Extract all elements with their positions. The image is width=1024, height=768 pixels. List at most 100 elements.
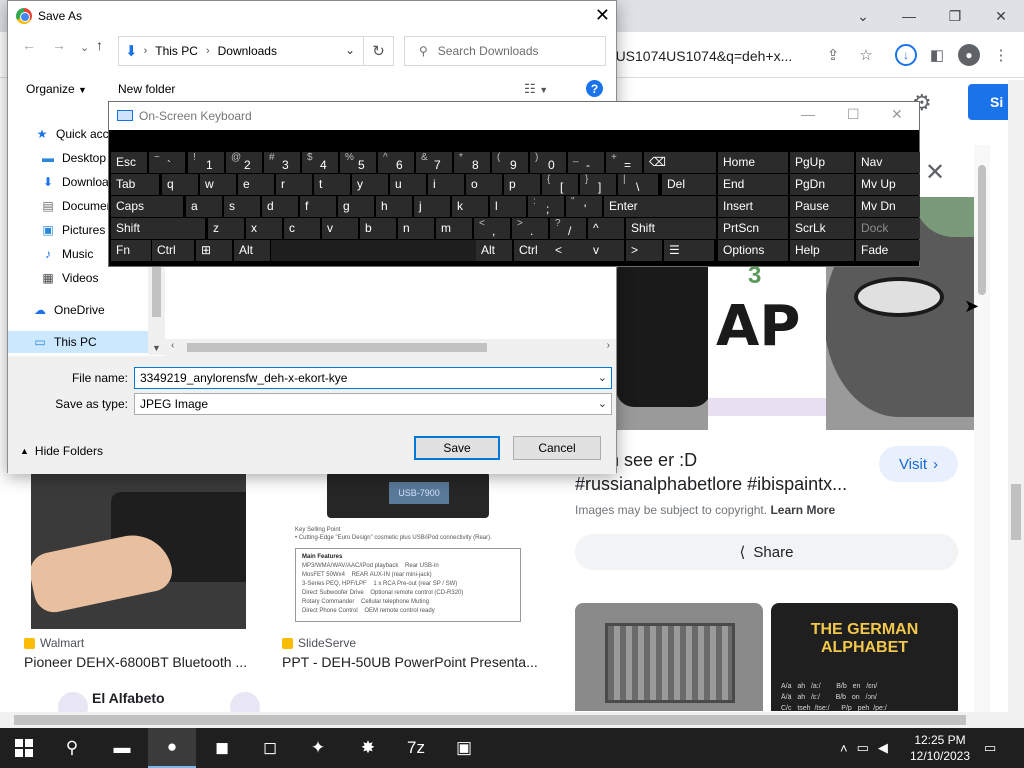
key-y[interactable]: y <box>352 174 388 195</box>
key-g[interactable]: g <box>338 196 374 217</box>
key-a[interactable]: a <box>186 196 222 217</box>
notifications-icon[interactable]: ▭ <box>984 728 996 768</box>
close-icon[interactable]: ✕ <box>891 106 903 123</box>
key-help[interactable]: Help <box>790 240 854 261</box>
scroll-thumb[interactable] <box>978 165 986 295</box>
key-d[interactable]: d <box>262 196 298 217</box>
7zip-icon[interactable]: 7z <box>392 728 440 768</box>
key-ctrl[interactable]: Ctrl <box>152 240 194 261</box>
close-icon[interactable]: ✕ <box>925 158 945 187</box>
file-explorer-icon[interactable]: ▬ <box>98 728 146 768</box>
save-button[interactable]: Save <box>414 436 500 460</box>
result-image[interactable]: USB-7900 Key Selling Point • Cutting-Edg… <box>279 472 539 629</box>
key-symbol[interactable]: ⊞ <box>196 240 232 261</box>
dialog-titlebar[interactable]: Save As ✕ <box>8 1 616 31</box>
key-4[interactable]: $4 <box>302 152 338 173</box>
key-symbol[interactable]: :; <box>528 196 564 217</box>
scroll-down-icon[interactable]: ▼ <box>152 343 161 353</box>
bookmark-star-icon[interactable]: ☆ <box>855 44 877 66</box>
related-image[interactable] <box>575 603 763 711</box>
key-esc[interactable]: Esc <box>111 152 147 173</box>
cancel-button[interactable]: Cancel <box>513 436 601 460</box>
back-arrow-icon[interactable]: ← <box>22 37 36 53</box>
key-symbol[interactable]: ~ ` <box>149 152 185 173</box>
tab-search-icon[interactable]: ⌄ <box>840 0 886 32</box>
key-5[interactable]: % 5 <box>340 152 376 173</box>
key-9[interactable]: (9 <box>492 152 528 173</box>
key-3[interactable]: #3 <box>264 152 300 173</box>
scroll-thumb[interactable] <box>187 343 487 352</box>
clock[interactable]: 12:25 PM 12/10/2023 <box>905 732 975 764</box>
forward-arrow-icon[interactable]: → <box>52 37 66 53</box>
share-button[interactable]: ⟨ Share <box>575 534 958 570</box>
chevron-up-icon[interactable]: ˄ <box>840 741 848 756</box>
key-options[interactable]: Options <box>718 240 788 261</box>
key-symbol[interactable]: + = <box>606 152 642 173</box>
share-page-icon[interactable]: ⇪ <box>822 44 844 66</box>
volume-icon[interactable]: ◀ <box>878 740 888 756</box>
chrome-icon[interactable]: ● <box>148 728 196 768</box>
key-symbol[interactable]: ⌫ <box>644 152 716 173</box>
help-icon[interactable]: ? <box>586 80 603 97</box>
key-b[interactable]: b <box>360 218 396 239</box>
omnibox[interactable]: enUS1074US1074&q=deh+x... <box>600 40 810 72</box>
profile-icon[interactable]: ● <box>958 44 980 66</box>
key-symbol[interactable]: ^ <box>588 218 624 239</box>
key-e[interactable]: e <box>238 174 274 195</box>
app-icon[interactable]: ◻ <box>246 728 294 768</box>
key-z[interactable]: z <box>208 218 244 239</box>
chevron-down-icon[interactable]: ⌄ <box>80 41 89 54</box>
outlook-icon[interactable]: ◼ <box>198 728 246 768</box>
key-symbol[interactable]: _ - <box>568 152 604 173</box>
key-x[interactable]: x <box>246 218 282 239</box>
key-7[interactable]: & 7 <box>416 152 452 173</box>
preview-title[interactable]: v deh see er :D #russianalphabetlore #ib… <box>575 448 865 496</box>
key-shift[interactable]: Shift <box>111 218 205 239</box>
new-folder-button[interactable]: New folder <box>118 82 175 96</box>
close-window-icon[interactable]: ✕ <box>978 0 1024 32</box>
key-s[interactable]: s <box>224 196 260 217</box>
key-6[interactable]: ^ 6 <box>378 152 414 173</box>
key-symbol[interactable]: | \ <box>618 174 658 195</box>
key-0[interactable]: ) 0 <box>530 152 566 173</box>
file-list[interactable] <box>165 267 616 339</box>
key-l[interactable]: l <box>490 196 526 217</box>
key-symbol[interactable]: " ' <box>566 196 602 217</box>
key-p[interactable]: p <box>504 174 540 195</box>
key-symbol[interactable]: <, <box>474 218 510 239</box>
key-space[interactable] <box>271 240 503 261</box>
key-v[interactable]: v <box>322 218 358 239</box>
key-2[interactable]: @2 <box>226 152 262 173</box>
result-source[interactable]: SlideServe <box>282 636 356 650</box>
scroll-thumb[interactable] <box>1011 484 1021 540</box>
key-v[interactable]: v <box>588 240 624 261</box>
key-symbol[interactable]: {[ <box>542 174 578 195</box>
related-image[interactable]: THE GERMAN ALPHABET A/a ah /a:/ B/b en /… <box>771 603 958 712</box>
result-title[interactable]: PPT - DEH-50UB PowerPoint Presenta... <box>282 654 538 670</box>
result-image[interactable] <box>31 472 246 629</box>
key-m[interactable]: m <box>436 218 472 239</box>
key-pgdn[interactable]: PgDn <box>790 174 854 195</box>
search-input[interactable]: ⚲ Search Downloads <box>404 36 606 66</box>
search-icon[interactable]: ⚲ <box>48 728 96 768</box>
key-pause[interactable]: Pause <box>790 196 854 217</box>
key-tab[interactable]: Tab <box>111 174 159 195</box>
hide-folders-toggle[interactable]: ▲ Hide Folders <box>20 444 103 458</box>
key-t[interactable]: t <box>314 174 350 195</box>
key-enter[interactable]: Enter <box>604 196 716 217</box>
view-options-button[interactable]: ☷ ▼ <box>524 81 548 97</box>
key-scrlk[interactable]: ScrLk <box>790 218 854 239</box>
key-mvup[interactable]: Mv Up <box>856 174 920 195</box>
start-button[interactable] <box>0 728 48 768</box>
key-f[interactable]: f <box>300 196 336 217</box>
close-icon[interactable]: ✕ <box>595 5 610 26</box>
key-fn[interactable]: Fn <box>111 240 151 261</box>
breadcrumb-this-pc[interactable]: This PC <box>155 44 198 58</box>
key-mvdn[interactable]: Mv Dn <box>856 196 920 217</box>
key-symbol[interactable]: < <box>550 240 588 261</box>
nav-item-videos[interactable]: ▦ Videos <box>8 267 148 289</box>
key-fade[interactable]: Fade <box>856 240 920 261</box>
network-icon[interactable]: ▭ <box>857 740 869 756</box>
refresh-button[interactable]: ↻ <box>364 36 394 66</box>
key-w[interactable]: w <box>200 174 236 195</box>
